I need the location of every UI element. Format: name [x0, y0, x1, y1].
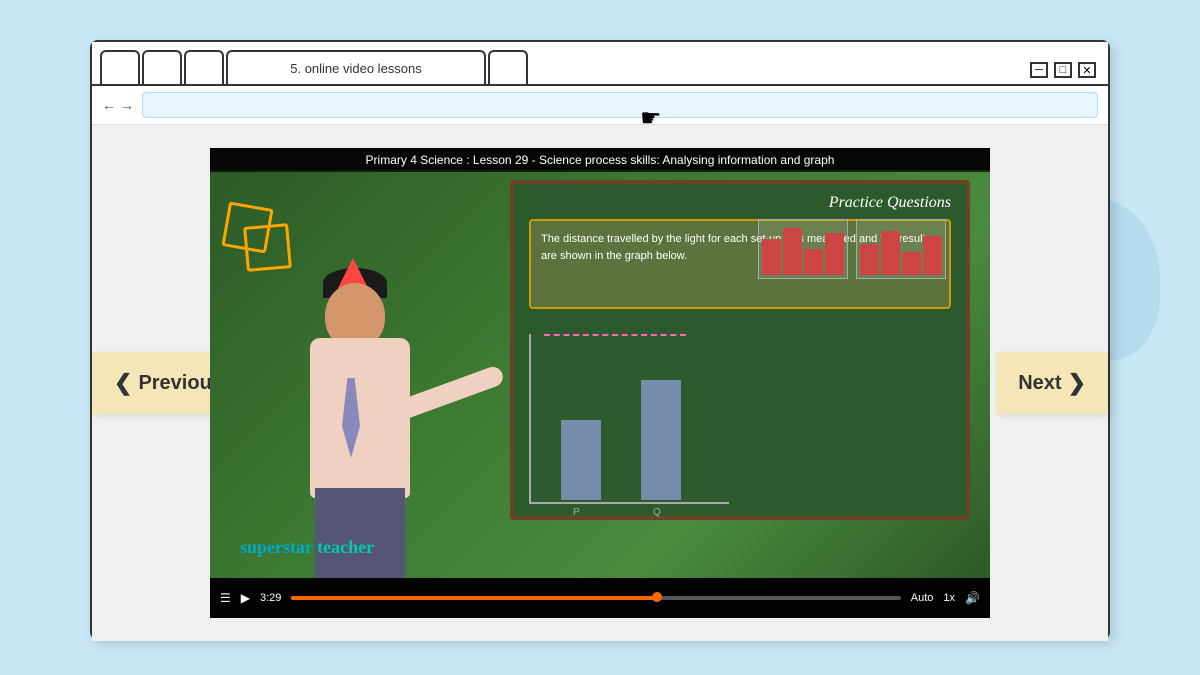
x-label-q: Q — [653, 507, 661, 518]
browser-tab-1[interactable] — [100, 50, 140, 84]
back-arrow-icon[interactable]: ← — [102, 97, 116, 113]
browser-tab-2[interactable] — [142, 50, 182, 84]
charts-area: P Q — [529, 314, 951, 504]
browser-window: 5. online video lessons ─ □ ✕ ← → ☛ — [90, 40, 1110, 640]
main-bar-chart: P Q — [529, 334, 729, 504]
mini-charts-area — [758, 219, 946, 279]
browser-tab-active[interactable]: 5. online video lessons — [226, 50, 486, 84]
watermark-part1: superstar — [240, 537, 313, 557]
maximize-button[interactable]: □ — [1054, 62, 1072, 78]
mini-bar-7 — [902, 252, 921, 275]
x-label-p: P — [573, 507, 580, 518]
blackboard: Practice Questions The distance travelle… — [510, 180, 970, 520]
minimize-button[interactable]: ─ — [1030, 62, 1048, 78]
mini-bar-1 — [762, 239, 781, 275]
mini-bar-3 — [804, 249, 823, 275]
menu-button[interactable]: ☰ — [220, 591, 231, 605]
mini-bar-6 — [881, 231, 900, 275]
mini-bar-5 — [860, 244, 879, 275]
video-scene: Practice Questions The distance travelle… — [210, 170, 990, 578]
mini-bar-2 — [783, 228, 802, 275]
mini-bar-4 — [825, 233, 844, 275]
mini-chart-1 — [758, 219, 848, 279]
video-player: Primary 4 Science : Lesson 29 - Science … — [210, 148, 990, 618]
progress-thumb[interactable] — [652, 592, 662, 602]
active-tab-label: 5. online video lessons — [290, 61, 422, 76]
volume-button[interactable]: 🔊 — [965, 591, 980, 605]
practice-questions-title: Practice Questions — [829, 194, 951, 212]
bar-p — [561, 420, 601, 500]
browser-nav-arrows: ← → — [102, 97, 134, 113]
next-label: Next — [1018, 372, 1061, 395]
watermark: superstar teacher — [240, 537, 374, 558]
mini-bar-8 — [923, 236, 942, 275]
close-button[interactable]: ✕ — [1078, 62, 1096, 78]
next-button[interactable]: Next ❯ — [996, 352, 1108, 414]
play-button[interactable]: ▶ — [241, 591, 250, 605]
browser-tab-3[interactable] — [184, 50, 224, 84]
browser-titlebar: 5. online video lessons ─ □ ✕ — [92, 42, 1108, 86]
teacher-figure — [270, 238, 470, 578]
watermark-part2: teacher — [317, 537, 374, 557]
forward-arrow-icon[interactable]: → — [120, 97, 134, 113]
dashed-line — [544, 334, 686, 336]
browser-content: ❮ Previous Primary 4 Science : Lesson 29… — [92, 125, 1108, 641]
progress-bar[interactable] — [291, 596, 900, 600]
prev-arrow-icon: ❮ — [114, 370, 132, 396]
progress-fill — [291, 596, 657, 600]
window-controls: ─ □ ✕ — [1030, 62, 1100, 84]
address-bar[interactable] — [142, 92, 1098, 118]
browser-tab-5[interactable] — [488, 50, 528, 84]
video-title: Primary 4 Science : Lesson 29 - Science … — [366, 153, 835, 167]
video-quality: Auto — [911, 592, 934, 604]
video-speed: 1x — [943, 592, 955, 604]
teacher-body — [300, 298, 420, 578]
browser-toolbar: ← → — [92, 86, 1108, 125]
mini-chart-2 — [856, 219, 946, 279]
next-arrow-icon: ❯ — [1068, 370, 1086, 396]
video-timestamp: 3:29 — [260, 592, 281, 604]
video-controls[interactable]: ☰ ▶ 3:29 Auto 1x 🔊 — [210, 578, 990, 618]
video-title-bar: Primary 4 Science : Lesson 29 - Science … — [210, 148, 990, 172]
teacher-pants — [315, 488, 405, 578]
bar-q — [641, 380, 681, 500]
